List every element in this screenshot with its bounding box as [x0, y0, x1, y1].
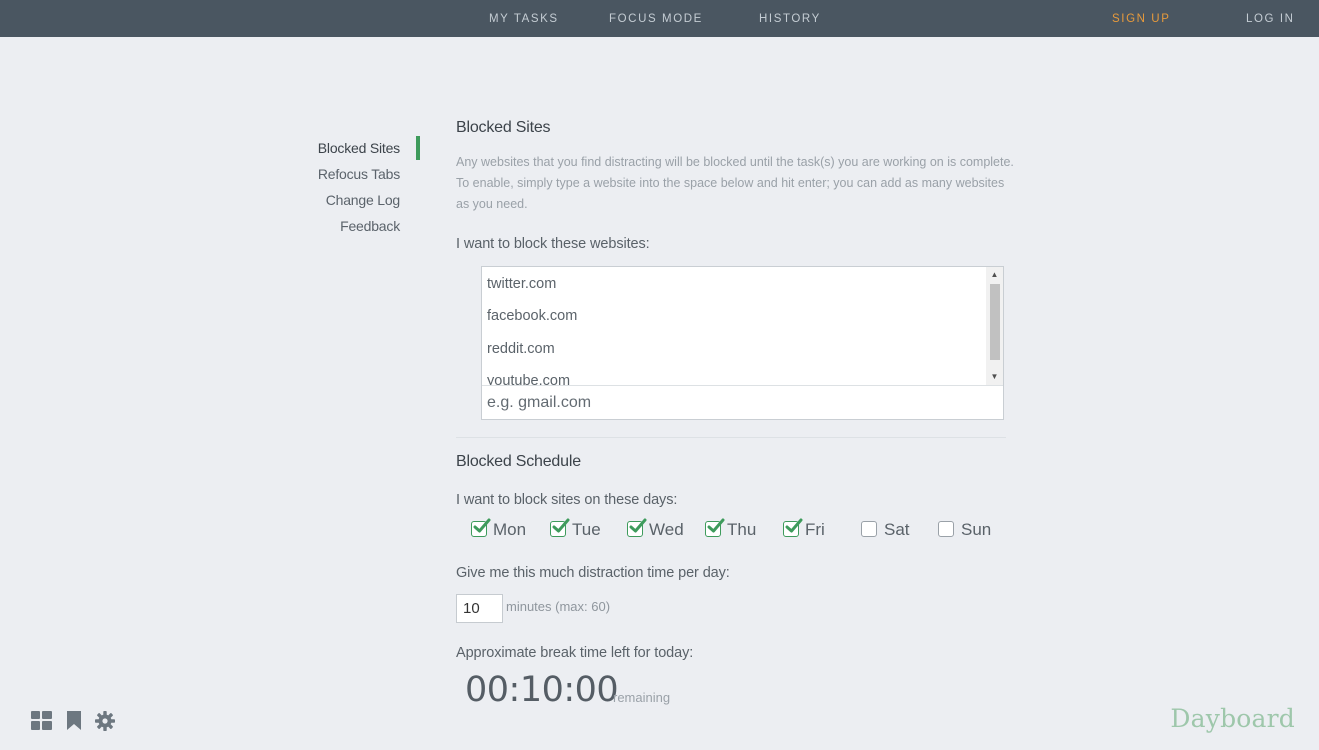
- minutes-input[interactable]: [456, 594, 503, 623]
- timer-suffix: remaining: [613, 690, 671, 705]
- section-divider: [456, 437, 1006, 438]
- blocked-sites-description: Any websites that you find distracting w…: [456, 155, 1014, 211]
- checkbox-checked-icon[interactable]: [471, 518, 491, 537]
- nav-focus-mode[interactable]: FOCUS MODE: [609, 0, 703, 37]
- gear-icon[interactable]: [95, 711, 115, 736]
- checkbox-checked-icon[interactable]: [550, 518, 570, 537]
- list-item[interactable]: twitter.com: [487, 276, 556, 292]
- top-navbar: MY TASKS FOCUS MODE HISTORY SIGN UP LOG …: [0, 0, 1319, 37]
- distraction-time-label: Give me this much distraction time per d…: [456, 565, 730, 581]
- blocked-schedule-title: Blocked Schedule: [456, 453, 581, 470]
- list-item[interactable]: youtube.com: [487, 373, 570, 385]
- nav-log-in[interactable]: LOG IN: [1246, 0, 1295, 37]
- sidebar-item-change-log[interactable]: Change Log: [326, 192, 400, 208]
- checkbox-unchecked-icon[interactable]: [938, 521, 954, 537]
- add-site-input[interactable]: [482, 385, 1003, 419]
- day-label: Tue: [572, 520, 601, 539]
- checkbox-checked-icon[interactable]: [783, 518, 803, 537]
- day-label: Thu: [727, 520, 757, 539]
- checkbox-checked-icon[interactable]: [705, 518, 725, 537]
- break-timer: 00:10:00: [465, 670, 619, 710]
- sidebar-item-refocus-tabs[interactable]: Refocus Tabs: [318, 166, 400, 182]
- block-days-label: I want to block sites on these days:: [456, 492, 678, 508]
- checkbox-unchecked-icon[interactable]: [861, 521, 877, 537]
- scroll-thumb[interactable]: [990, 284, 1000, 360]
- brand-logo[interactable]: Dayboard: [1170, 704, 1295, 733]
- nav-history[interactable]: HISTORY: [759, 0, 821, 37]
- sidebar-item-blocked-sites[interactable]: Blocked Sites: [318, 140, 400, 156]
- day-label: Sun: [961, 520, 992, 539]
- minutes-suffix: minutes (max: 60): [506, 599, 611, 614]
- list-scrollbar[interactable]: ▲ ▼: [986, 267, 1003, 385]
- day-label: Sat: [884, 520, 910, 539]
- list-item[interactable]: reddit.com: [487, 341, 555, 357]
- break-time-label: Approximate break time left for today:: [456, 645, 694, 661]
- checkbox-checked-icon[interactable]: [627, 518, 647, 537]
- block-websites-label: I want to block these websites:: [456, 236, 650, 252]
- blocked-sites-list[interactable]: twitter.com facebook.com reddit.com yout…: [482, 267, 988, 385]
- blocked-sites-title: Blocked Sites: [456, 119, 551, 136]
- day-label: Mon: [493, 520, 527, 539]
- sidebar-item-feedback[interactable]: Feedback: [340, 218, 400, 234]
- scroll-down-arrow-icon[interactable]: ▼: [986, 370, 1003, 384]
- day-label: Wed: [649, 520, 684, 539]
- scroll-up-arrow-icon[interactable]: ▲: [986, 268, 1003, 282]
- blocked-sites-box: twitter.com facebook.com reddit.com yout…: [481, 266, 1004, 420]
- bookmark-icon[interactable]: [66, 711, 82, 736]
- nav-sign-up[interactable]: SIGN UP: [1112, 0, 1171, 37]
- list-item[interactable]: facebook.com: [487, 308, 577, 324]
- dashboard-icon[interactable]: [31, 711, 52, 735]
- day-label: Fri: [805, 520, 825, 539]
- active-indicator: [416, 136, 420, 160]
- nav-my-tasks[interactable]: MY TASKS: [489, 0, 559, 37]
